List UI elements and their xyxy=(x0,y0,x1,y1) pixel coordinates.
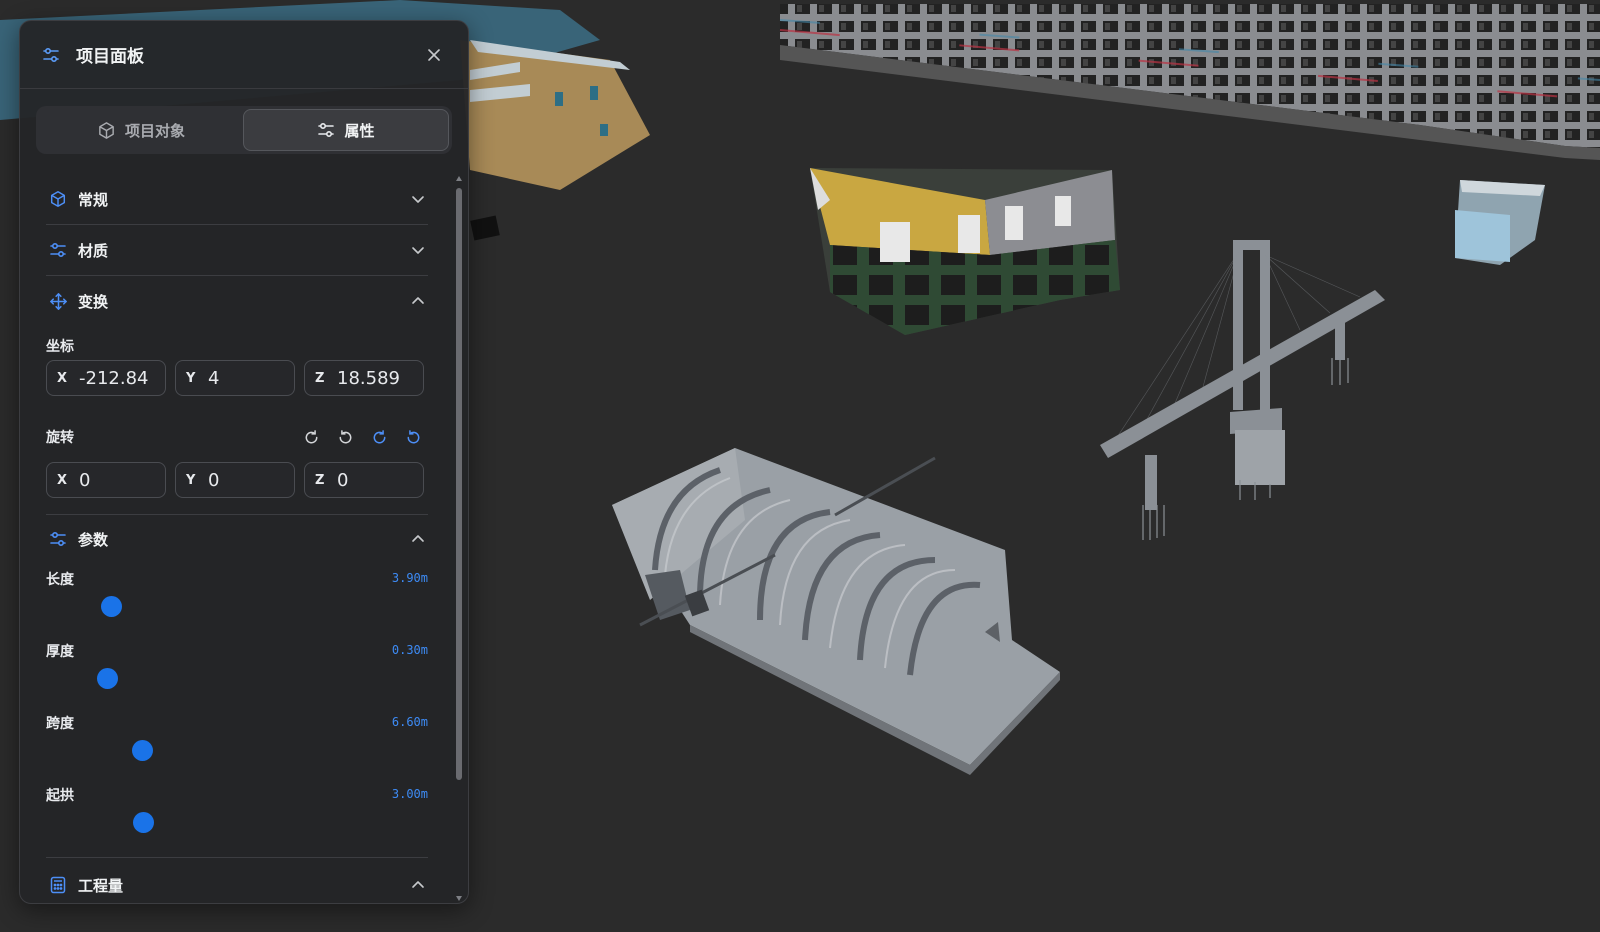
rotate-clockwise-button[interactable] xyxy=(303,429,320,446)
axis-y-label: Y xyxy=(186,370,196,386)
rotation-label: 旋转 xyxy=(46,430,74,446)
rotation-header: 旋转 xyxy=(46,426,428,448)
sliders-icon xyxy=(48,530,68,548)
axis-y-label: Y xyxy=(186,472,196,488)
scroll-down-arrow[interactable] xyxy=(456,896,462,901)
param-length: 长度 3.90m xyxy=(46,563,428,635)
rotate-cw-icon xyxy=(305,429,318,443)
slider-handle[interactable] xyxy=(97,668,119,689)
panel-header: 项目面板 xyxy=(20,21,468,89)
rotate-ccw-blue-icon xyxy=(407,429,420,443)
rotation-y-input[interactable]: Y 0 xyxy=(175,462,295,498)
slider-handle[interactable] xyxy=(131,740,153,761)
slider-track[interactable] xyxy=(46,821,428,825)
rotate-ccw-icon xyxy=(339,429,352,443)
axis-x-label: X xyxy=(57,472,68,488)
param-value: 3.90m xyxy=(391,571,428,585)
param-label: 起拱 xyxy=(46,788,74,804)
slider-handle[interactable] xyxy=(133,812,155,833)
param-label: 厚度 xyxy=(46,644,74,660)
section-general-label: 常规 xyxy=(78,190,109,209)
position-label: 坐标 xyxy=(46,339,74,355)
param-value: 0.30m xyxy=(391,643,428,657)
param-value: 6.60m xyxy=(391,715,428,729)
param-value: 3.00m xyxy=(391,787,428,801)
shop-building-model[interactable] xyxy=(810,168,1120,335)
sliders-icon xyxy=(317,121,335,139)
slider-track[interactable] xyxy=(46,749,428,753)
section-transform-header[interactable]: 变换 xyxy=(46,276,428,326)
position-x-input[interactable]: X -212.84 xyxy=(46,360,166,396)
param-camber: 起拱 3.00m xyxy=(46,779,428,851)
position-y-value: 4 xyxy=(208,367,220,389)
rotation-inputs: X 0 Y 0 Z 0 xyxy=(46,462,428,498)
rotation-y-value: 0 xyxy=(208,469,220,491)
slider-handle[interactable] xyxy=(100,596,122,617)
position-inputs: X -212.84 Y 4 Z 18.589 xyxy=(46,360,428,396)
panel-tabs: 项目对象 属性 xyxy=(36,106,452,154)
tab-properties[interactable]: 属性 xyxy=(243,109,449,151)
section-params-header[interactable]: 参数 xyxy=(46,515,428,563)
param-span: 跨度 6.60m xyxy=(46,707,428,779)
param-thickness: 厚度 0.30m xyxy=(46,635,428,707)
panel-title: 项目面板 xyxy=(76,47,144,67)
rotate-counterclockwise-button[interactable] xyxy=(337,429,354,446)
position-z-input[interactable]: Z 18.589 xyxy=(304,360,424,396)
section-quantity-label: 工程量 xyxy=(78,876,124,895)
chevron-down-icon xyxy=(410,242,426,258)
axis-z-label: Z xyxy=(315,472,325,488)
project-panel: 项目面板 项目对象 属性 常规 材质 变换 坐标 X -212.84 Y 4 Z… xyxy=(19,20,469,904)
scroll-up-arrow[interactable] xyxy=(456,176,462,181)
arch-tunnel-model[interactable] xyxy=(612,448,1060,775)
rotate-cw-blue-icon xyxy=(373,429,386,443)
chevron-down-icon xyxy=(410,191,426,207)
chevron-up-icon xyxy=(410,531,426,547)
rotate-counterclockwise-90-button[interactable] xyxy=(405,429,422,446)
tab-label: 项目对象 xyxy=(124,121,185,140)
param-label: 长度 xyxy=(46,572,74,588)
section-general-header[interactable]: 常规 xyxy=(46,174,428,225)
position-x-value: -212.84 xyxy=(79,367,149,389)
rotation-z-input[interactable]: Z 0 xyxy=(304,462,424,498)
rotation-x-value: 0 xyxy=(79,469,91,491)
section-transform-label: 变换 xyxy=(78,292,109,311)
sliders-icon xyxy=(48,241,68,259)
scrollbar-thumb[interactable] xyxy=(456,188,462,780)
tab-project-objects[interactable]: 项目对象 xyxy=(39,109,243,151)
section-params-label: 参数 xyxy=(78,530,109,549)
sliders-icon xyxy=(42,46,60,64)
cube-icon xyxy=(97,121,116,140)
cube-icon xyxy=(48,190,68,208)
tab-label: 属性 xyxy=(344,121,375,140)
move-icon xyxy=(48,292,68,311)
parameter-list: 长度 3.90m 厚度 0.30m 跨度 6.60m 起拱 3.00m xyxy=(46,563,428,858)
apartment-block-model[interactable] xyxy=(779,4,1600,160)
chevron-up-icon xyxy=(410,877,426,893)
axis-z-label: Z xyxy=(315,370,325,386)
position-y-input[interactable]: Y 4 xyxy=(175,360,295,396)
section-material-label: 材质 xyxy=(78,241,109,260)
close-button[interactable] xyxy=(422,43,446,67)
section-quantity-header[interactable]: 工程量 xyxy=(46,858,428,903)
rotation-z-value: 0 xyxy=(337,469,349,491)
kiosk-model[interactable] xyxy=(1455,180,1545,265)
rotate-clockwise-90-button[interactable] xyxy=(371,429,388,446)
position-z-value: 18.589 xyxy=(337,367,400,389)
bridge-model[interactable] xyxy=(1100,240,1385,540)
properties-scroll-area[interactable]: 常规 材质 变换 坐标 X -212.84 Y 4 Z 18.589 旋转 X … xyxy=(20,174,468,903)
chevron-up-icon xyxy=(410,293,426,309)
close-icon xyxy=(428,48,440,61)
panel-scrollbar[interactable] xyxy=(456,176,462,901)
axis-x-label: X xyxy=(57,370,68,386)
rotation-tools xyxy=(303,429,422,446)
calculator-icon xyxy=(48,876,68,894)
section-material-header[interactable]: 材质 xyxy=(46,225,428,276)
param-label: 跨度 xyxy=(46,716,74,732)
rotation-x-input[interactable]: X 0 xyxy=(46,462,166,498)
